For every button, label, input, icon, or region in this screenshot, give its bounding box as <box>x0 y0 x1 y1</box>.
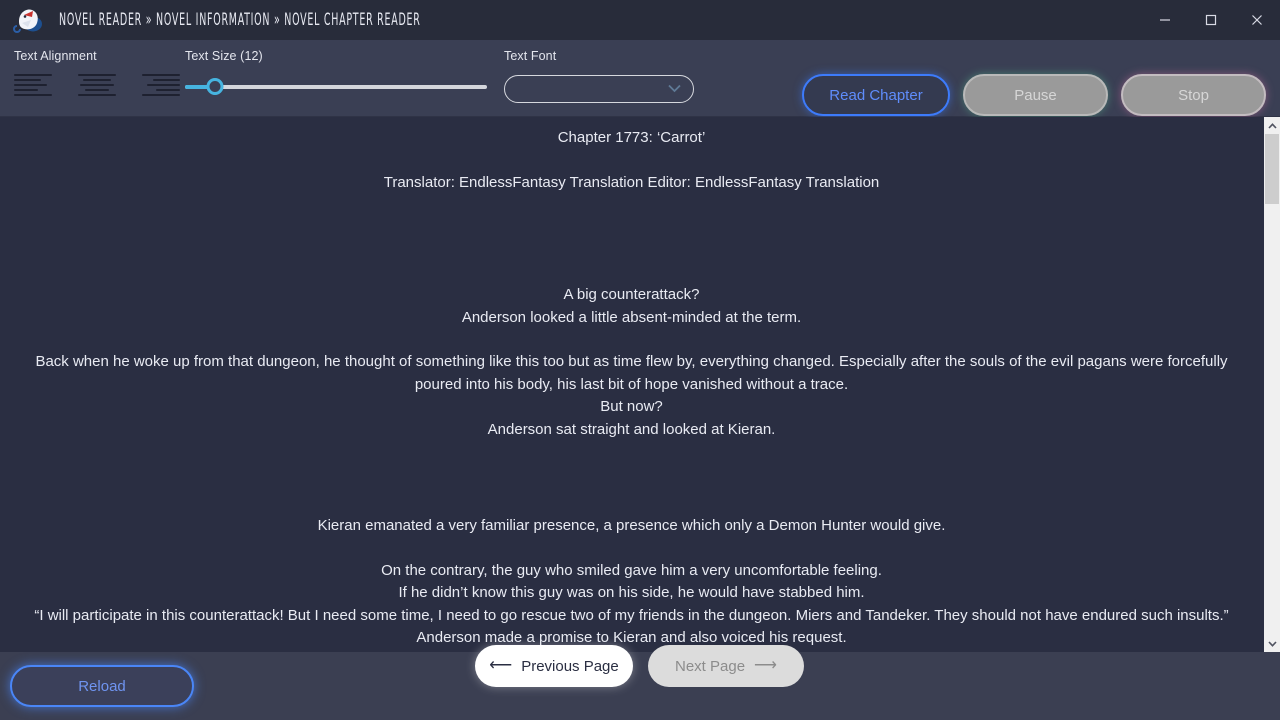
paragraph: But now? <box>600 398 663 415</box>
window-controls <box>1142 0 1280 40</box>
slider-thumb[interactable] <box>206 78 224 95</box>
minimize-icon[interactable] <box>1142 0 1188 40</box>
reader-toolbar: Text Alignment Text Size (12) Text Font <box>0 40 1280 117</box>
arrow-right-icon: ⟶ <box>754 657 777 674</box>
pause-button[interactable]: Pause <box>963 74 1108 116</box>
paragraph: A big counterattack? <box>563 286 700 303</box>
text-alignment-group: Text Alignment <box>14 49 180 96</box>
app-logo-icon <box>13 4 47 36</box>
text-font-label: Text Font <box>504 49 557 63</box>
align-left-icon[interactable] <box>14 74 52 96</box>
paragraph: Back when he woke up from that dungeon, … <box>35 353 1228 393</box>
chapter-credits: Translator: EndlessFantasy Translation E… <box>383 173 880 191</box>
previous-page-button[interactable]: ⟵ Previous Page <box>475 645 633 687</box>
scroll-down-icon[interactable] <box>1264 635 1280 652</box>
read-chapter-button[interactable]: Read Chapter <box>802 74 950 116</box>
paragraph: Anderson sat straight and looked at Kier… <box>487 420 776 438</box>
paragraph: On the contrary, the guy who smiled gave… <box>381 561 882 579</box>
content-area: Chapter 1773: ‘Carrot’ Translator: Endle… <box>0 117 1280 652</box>
text-size-slider[interactable] <box>185 78 487 96</box>
align-right-icon[interactable] <box>142 74 180 96</box>
novel-reader-window: NOVEL READER » NOVEL INFORMATION » NOVEL… <box>0 0 1280 720</box>
maximize-icon[interactable] <box>1188 0 1234 40</box>
text-font-dropdown[interactable] <box>504 75 694 103</box>
text-size-label: Text Size (12) <box>185 49 263 63</box>
scrollbar-thumb[interactable] <box>1265 134 1279 205</box>
scrollbar-track[interactable] <box>1264 134 1280 635</box>
footer-bar: Reload <box>0 652 1280 720</box>
previous-page-label: Previous Page <box>521 657 619 675</box>
stop-button[interactable]: Stop <box>1121 74 1266 116</box>
chevron-down-icon <box>668 82 681 96</box>
tts-actions-group: Read Chapter Pause Stop <box>802 74 1266 116</box>
scroll-up-icon[interactable] <box>1264 117 1280 134</box>
reload-button[interactable]: Reload <box>10 665 194 707</box>
arrow-left-icon: ⟵ <box>489 657 513 674</box>
paragraph: Anderson looked a little absent-minded a… <box>461 308 802 326</box>
close-icon[interactable] <box>1234 0 1280 40</box>
next-page-label: Next Page <box>675 657 746 675</box>
align-center-icon[interactable] <box>78 74 116 96</box>
next-page-button[interactable]: Next Page ⟶ <box>648 645 804 687</box>
paragraph: Anderson made a promise to Kieran and al… <box>416 629 847 646</box>
chapter-text: Chapter 1773: ‘Carrot’ Translator: Endle… <box>0 117 1263 652</box>
paragraph: “I will participate in this counterattac… <box>34 606 1229 624</box>
vertical-scrollbar[interactable] <box>1263 117 1280 652</box>
breadcrumb: NOVEL READER » NOVEL INFORMATION » NOVEL… <box>59 10 421 30</box>
chapter-title: Chapter 1773: ‘Carrot’ <box>557 129 706 146</box>
slider-track <box>185 85 487 89</box>
paragraph: If he didn’t know this guy was on his si… <box>398 584 865 601</box>
text-size-group: Text Size (12) <box>185 49 487 96</box>
text-font-group: Text Font <box>504 49 694 103</box>
text-alignment-label: Text Alignment <box>14 49 97 63</box>
paragraph: Kieran emanated a very familiar presence… <box>317 517 946 534</box>
title-bar: NOVEL READER » NOVEL INFORMATION » NOVEL… <box>0 0 1280 40</box>
